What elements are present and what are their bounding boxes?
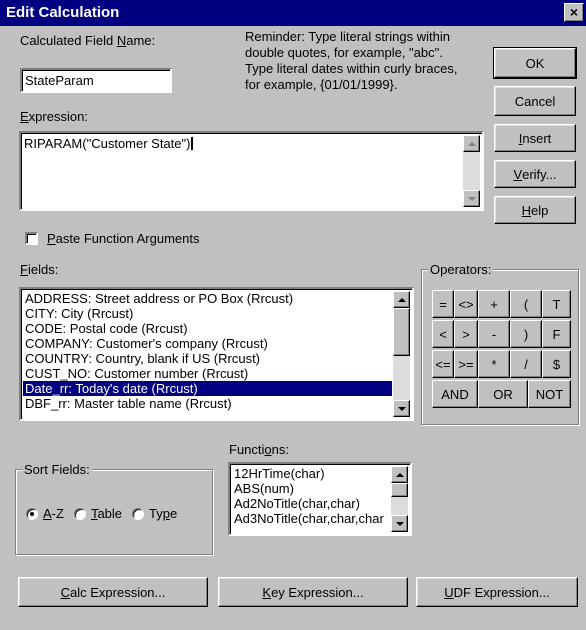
scroll-down-button[interactable]: [393, 400, 410, 417]
text-caret: [191, 137, 194, 150]
list-item[interactable]: Ad3NoTitle(char,char,char: [232, 511, 390, 526]
op-contains-button[interactable]: $: [542, 350, 571, 378]
functions-label: Functions:: [229, 442, 289, 457]
scroll-down-button[interactable]: [391, 515, 408, 532]
functions-listbox[interactable]: 12HrTime(char) ABS(num) Ad2NoTitle(char,…: [228, 462, 412, 536]
op-not-button[interactable]: NOT: [528, 380, 571, 408]
fields-label: Fields:: [20, 262, 59, 277]
operators-group: Operators: = <> + ( T < > - ) F <= >= * …: [421, 262, 579, 425]
expression-label: Expression:: [20, 109, 88, 124]
list-item[interactable]: ABS(num): [232, 481, 390, 496]
cancel-button[interactable]: Cancel: [494, 86, 576, 116]
expression-scrollbar[interactable]: [463, 135, 480, 207]
udf-expression-button[interactable]: U DF Expression...: [416, 577, 578, 607]
list-item[interactable]: ADDRESS: Street address or PO Box (Rrcus…: [23, 291, 392, 306]
title-bar: Edit Calculation ×: [0, 0, 586, 26]
list-item[interactable]: 12HrTime(char): [232, 466, 390, 481]
expression-input[interactable]: RIPARAM("Customer State"): [19, 131, 484, 211]
op-open-paren-button[interactable]: (: [510, 290, 542, 318]
functions-scrollbar[interactable]: [391, 466, 408, 532]
close-icon: ×: [569, 4, 579, 20]
arrow-down-icon: [395, 521, 404, 526]
close-button[interactable]: ×: [564, 3, 584, 22]
scroll-thumb[interactable]: [391, 483, 408, 497]
op-greater-equal-button[interactable]: >=: [454, 350, 478, 378]
sort-fields-title: Sort Fields:: [22, 462, 92, 477]
calc-field-name-label: Calculated Field Name:: [20, 33, 156, 48]
op-less-than-button[interactable]: <: [432, 320, 454, 348]
sort-type-radio[interactable]: [132, 507, 145, 520]
list-item[interactable]: COMPANY: Customer's company (Rrcust): [23, 336, 392, 351]
window-title: Edit Calculation: [6, 4, 120, 21]
key-expression-button[interactable]: Key Expression...: [218, 577, 408, 607]
fields-listbox[interactable]: ADDRESS: Street address or PO Box (Rrcus…: [19, 287, 414, 421]
op-greater-than-button[interactable]: >: [454, 320, 478, 348]
expression-text: RIPARAM("Customer State"): [24, 136, 191, 151]
arrow-up-icon: [395, 472, 404, 477]
op-less-equal-button[interactable]: <=: [432, 350, 454, 378]
op-not-equal-button[interactable]: <>: [454, 290, 478, 318]
op-close-paren-button[interactable]: ): [510, 320, 542, 348]
arrow-down-icon: [397, 406, 406, 411]
list-item[interactable]: CODE: Postal code (Rrcust): [23, 321, 392, 336]
sort-az-radio[interactable]: [26, 507, 38, 520]
list-item[interactable]: CUST_NO: Customer number (Rrcust): [23, 366, 392, 381]
help-button[interactable]: Help: [494, 196, 576, 224]
op-false-button[interactable]: F: [542, 320, 571, 348]
calc-field-name-input[interactable]: StateParam: [20, 68, 172, 93]
scroll-up-button[interactable]: [393, 291, 410, 308]
sort-options: A-Z Table Type: [26, 506, 177, 521]
paste-function-args-checkbox[interactable]: Paste Function Arguments: [25, 231, 199, 246]
verify-button[interactable]: Verify...: [494, 160, 576, 188]
insert-button[interactable]: Insert: [494, 124, 576, 152]
functions-list: 12HrTime(char) ABS(num) Ad2NoTitle(char,…: [232, 466, 390, 526]
scroll-down-button[interactable]: [463, 190, 480, 207]
list-item[interactable]: Ad2NoTitle(char,char): [232, 496, 390, 511]
sort-type-label: Type: [149, 506, 178, 521]
sort-table-radio[interactable]: [73, 507, 86, 520]
sort-table-label: Table: [90, 506, 123, 521]
ok-button[interactable]: OK: [493, 47, 577, 79]
list-item[interactable]: DBF_rr: Master table name (Rrcust): [23, 396, 392, 411]
list-item[interactable]: CITY: City (Rrcust): [23, 306, 392, 321]
scroll-up-button[interactable]: [463, 135, 480, 152]
op-equals-button[interactable]: =: [432, 290, 454, 318]
list-item[interactable]: COUNTRY: Country, blank if US (Rrcust): [23, 351, 392, 366]
op-multiply-button[interactable]: *: [478, 350, 510, 378]
op-minus-button[interactable]: -: [478, 320, 510, 348]
op-and-button[interactable]: AND: [432, 380, 478, 408]
op-true-button[interactable]: T: [542, 290, 571, 318]
fields-scrollbar[interactable]: [393, 291, 410, 417]
checkbox-box[interactable]: [25, 232, 38, 245]
fields-list: ADDRESS: Street address or PO Box (Rrcus…: [23, 291, 392, 411]
sort-az-label: A-Z: [43, 506, 64, 521]
arrow-up-icon: [397, 297, 406, 302]
op-or-button[interactable]: OR: [478, 380, 528, 408]
calc-expression-button[interactable]: Calc Expression...: [18, 577, 208, 607]
operators-title: Operators:: [428, 262, 494, 277]
op-divide-button[interactable]: /: [510, 350, 542, 378]
sort-fields-group: Sort Fields: A-Z Table Type: [15, 462, 213, 555]
arrow-down-icon: [467, 196, 476, 201]
paste-function-args-label: Paste Function Arguments: [47, 231, 200, 246]
list-item-selected[interactable]: Date_rr: Today's date (Rrcust): [23, 381, 392, 396]
op-plus-button[interactable]: +: [478, 290, 510, 318]
scroll-up-button[interactable]: [391, 466, 408, 483]
reminder-text: Reminder: Type literal strings within do…: [245, 29, 458, 92]
arrow-up-icon: [467, 141, 476, 146]
scroll-thumb[interactable]: [393, 308, 410, 356]
